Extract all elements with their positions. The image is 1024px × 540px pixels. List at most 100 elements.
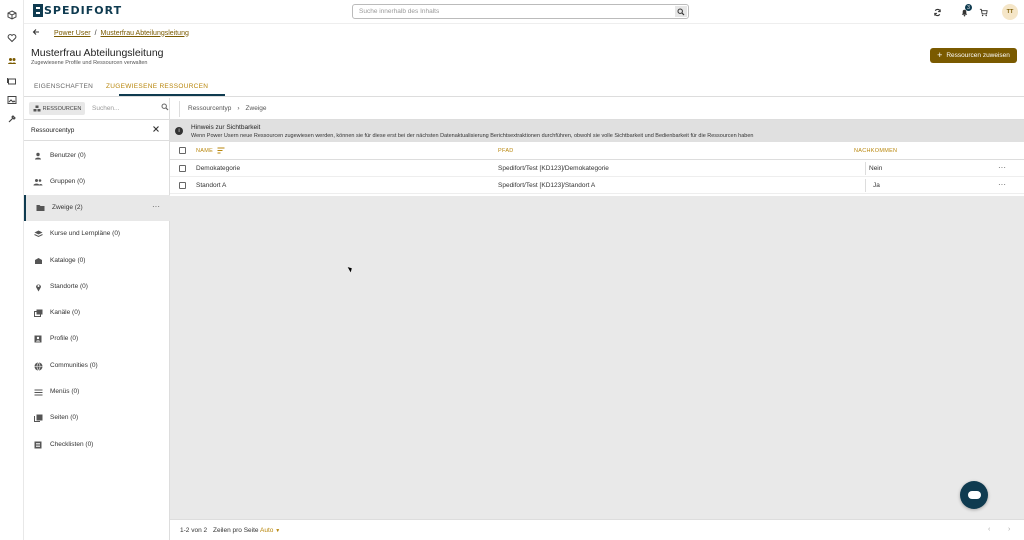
search-input[interactable]: Suche innerhalb des Inhalts <box>352 4 689 19</box>
resource-type-label: Kanäle (0) <box>50 309 80 316</box>
content-breadcrumb: Ressourcentyp › Zweige <box>188 105 267 112</box>
checklist-icon <box>33 440 43 450</box>
column-header-name[interactable]: NAME <box>196 148 213 154</box>
resource-type-users[interactable]: Benutzer (0) <box>24 143 170 169</box>
breadcrumb-link-power-user[interactable]: Power User <box>54 30 91 37</box>
resource-type-checklists[interactable]: Checklisten (0) <box>24 432 170 458</box>
breadcrumb-separator: / <box>94 29 97 37</box>
more-options-icon[interactable]: ··· <box>998 180 1006 189</box>
cube-icon[interactable] <box>4 7 20 23</box>
page-subtitle: Zugewiesene Profile und Ressourcen verwa… <box>31 60 148 66</box>
row-name: Demokategorie <box>196 165 241 172</box>
resources-button[interactable]: RESSOURCEN <box>29 102 85 115</box>
logo-text: SPEDIFORT <box>44 4 123 17</box>
resource-type-catalogs[interactable]: Kataloge (0) <box>24 248 170 274</box>
resource-type-label: Gruppen (0) <box>50 178 86 185</box>
chevron-down-icon: ▼ <box>275 528 281 534</box>
resources-button-label: RESSOURCEN <box>42 105 82 112</box>
notification-badge: 3 <box>965 4 972 11</box>
image-icon[interactable] <box>4 92 20 108</box>
app-rail <box>0 0 24 540</box>
more-options-icon[interactable]: ··· <box>152 202 160 211</box>
tab-assigned-resources[interactable]: ZUGEWIESENE RESSOURCEN <box>106 83 208 90</box>
search-icon[interactable] <box>161 103 169 113</box>
row-name: Standort A <box>196 182 227 189</box>
assign-resources-button[interactable]: + Ressourcen zuweisen <box>930 48 1017 63</box>
resource-type-label: Communities (0) <box>50 362 98 369</box>
back-arrow-icon[interactable] <box>32 28 40 38</box>
crumb-resource-type[interactable]: Ressourcentyp <box>188 105 231 112</box>
plus-icon: + <box>937 50 943 60</box>
folders-icon[interactable] <box>4 73 20 89</box>
tools-icon[interactable] <box>4 111 20 127</box>
resource-type-pages[interactable]: Seiten (0) <box>24 405 170 431</box>
profile-icon <box>33 334 43 344</box>
more-options-icon[interactable]: ··· <box>998 163 1006 172</box>
folder-icon <box>35 203 45 213</box>
table-row[interactable]: Standort A Spedifort/Test [KD123]/Stando… <box>170 177 1024 194</box>
search-icon[interactable] <box>675 6 687 17</box>
sync-icon[interactable] <box>930 5 944 19</box>
chat-button[interactable] <box>960 481 988 509</box>
tab-bar: EIGENSCHAFTEN ZUGEWIESENE RESSOURCEN <box>24 79 1024 97</box>
pagination-footer: 1-2 von 2 Zeilen pro Seite Auto ▼ ‹ › <box>170 519 1024 540</box>
resource-type-label: Kataloge (0) <box>50 257 86 264</box>
row-path: Spedifort/Test [KD123]/Demokategorie <box>498 165 609 172</box>
crumb-separator: › <box>237 105 240 112</box>
close-icon[interactable] <box>152 125 160 135</box>
cart-icon[interactable] <box>976 5 990 19</box>
resource-type-label: Checklisten (0) <box>50 441 94 448</box>
resource-type-menus[interactable]: Menüs (0) <box>24 379 170 405</box>
globe-icon <box>33 361 43 371</box>
pages-icon <box>33 413 43 423</box>
left-search-input[interactable]: Suchen... <box>90 102 170 115</box>
resource-type-locations[interactable]: Standorte (0) <box>24 274 170 300</box>
notice-body: Wenn Power Usern neue Ressourcen zugewie… <box>191 133 754 139</box>
crumb-branches: Zweige <box>245 105 267 112</box>
resource-type-label: Standorte (0) <box>50 283 88 290</box>
search-placeholder: Suche innerhalb des Inhalts <box>359 8 440 15</box>
content-header: Ressourcentyp › Zweige <box>170 98 1024 120</box>
avatar[interactable]: TT <box>1002 4 1018 20</box>
row-descendants: Ja <box>873 182 880 189</box>
prev-page-icon[interactable]: ‹ <box>988 526 990 533</box>
resource-type-channels[interactable]: Kanäle (0) <box>24 300 170 326</box>
users-icon[interactable] <box>4 53 20 69</box>
chat-icon <box>967 491 981 499</box>
resource-type-branches[interactable]: Zweige (2) ··· <box>24 195 170 221</box>
tab-properties[interactable]: EIGENSCHAFTEN <box>34 83 93 90</box>
next-page-icon[interactable]: › <box>1008 526 1010 533</box>
channel-icon <box>33 308 43 318</box>
pagination-range: 1-2 von 2 <box>180 527 208 534</box>
row-checkbox[interactable] <box>179 165 186 172</box>
resource-type-label: Seiten (0) <box>50 414 79 421</box>
select-all-checkbox[interactable] <box>179 147 186 154</box>
row-path: Spedifort/Test [KD123]/Standort A <box>498 182 596 189</box>
column-header-descendants[interactable]: NACHKOMMEN <box>854 148 897 154</box>
resource-type-label: Menüs (0) <box>50 388 80 395</box>
top-bar: SPEDIFORT Suche innerhalb des Inhalts 3 … <box>24 0 1024 24</box>
resource-type-label: Benutzer (0) <box>50 152 86 159</box>
resource-type-panel: RESSOURCEN Suchen... Ressourcentyp Benut… <box>24 98 170 540</box>
breadcrumb-link-current[interactable]: Musterfrau Abteilungsleitung <box>101 30 189 37</box>
resource-type-profiles[interactable]: Profile (0) <box>24 326 170 352</box>
resource-type-groups[interactable]: Gruppen (0) <box>24 169 170 195</box>
left-toolbar: RESSOURCEN Suchen... <box>24 98 170 120</box>
app-logo[interactable]: SPEDIFORT <box>33 4 122 17</box>
divider <box>179 101 180 117</box>
column-header-path[interactable]: PFAD <box>498 148 514 154</box>
row-checkbox[interactable] <box>179 182 186 189</box>
visibility-notice: i Hinweis zur Sichtbarkeit Wenn Power Us… <box>170 120 1024 142</box>
rows-per-page-select[interactable]: Auto ▼ <box>260 527 280 534</box>
divider <box>865 179 866 192</box>
sort-icon[interactable] <box>217 147 225 156</box>
page-title: Musterfrau Abteilungsleitung <box>31 47 164 59</box>
resource-type-communities[interactable]: Communities (0) <box>24 353 170 379</box>
layers-icon <box>33 229 43 239</box>
location-icon <box>33 282 43 292</box>
heart-icon[interactable] <box>4 30 20 46</box>
table-row[interactable]: Demokategorie Spedifort/Test [KD123]/Dem… <box>170 160 1024 177</box>
group-icon <box>33 177 43 187</box>
info-icon: i <box>175 127 183 135</box>
resource-type-courses[interactable]: Kurse und Lernpläne (0) <box>24 221 170 247</box>
